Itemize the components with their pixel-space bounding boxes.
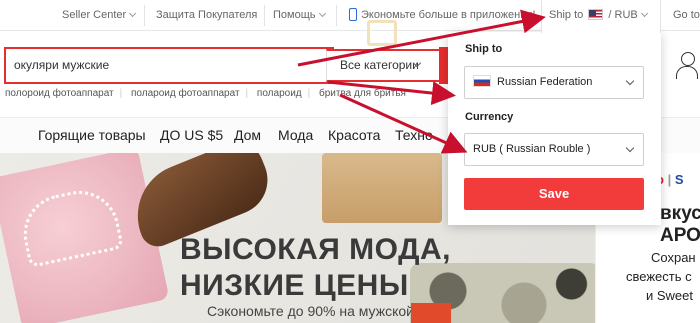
nav-item-fashion[interactable]: Мода: [278, 127, 313, 143]
banner-accent-strip: [411, 303, 451, 323]
promo-heading-line2: АРОМ: [660, 225, 700, 246]
ship-to-trigger[interactable]: Ship to / RUB: [549, 0, 648, 31]
buyer-protection-label: Защита Покупателя: [156, 9, 258, 21]
language-label: Go to: [673, 9, 700, 21]
chevron-down-icon: [318, 9, 326, 18]
nav-item-under-5[interactable]: ДО US $5: [160, 127, 223, 143]
nav-item-hot-deals[interactable]: Горящие товары: [38, 127, 146, 143]
divider: [264, 5, 265, 26]
phone-icon: [349, 7, 357, 21]
nav-item-beauty[interactable]: Красота: [328, 127, 380, 143]
hot-search-link[interactable]: полароид: [257, 88, 302, 99]
search-input-value: окуляри мужские: [14, 58, 110, 72]
ship-to-selector[interactable]: Ship to / RUB: [541, 0, 661, 33]
divider: |: [245, 88, 249, 99]
us-flag-icon: [588, 8, 604, 20]
hot-search-link[interactable]: полороид фотоаппарат: [5, 88, 114, 99]
banner-title-line1: ВЫСОКАЯ МОДА,: [180, 233, 451, 266]
seller-center-link[interactable]: Seller Center: [62, 0, 137, 31]
hot-search-link[interactable]: полароид фотоаппарат: [131, 88, 240, 99]
promo-brand-right: S: [674, 172, 684, 187]
promo-text-line2: свежесть с: [626, 269, 692, 284]
divider: [336, 5, 337, 26]
chevron-down-icon: [640, 9, 648, 18]
currency-select[interactable]: RUB ( Russian Rouble ): [464, 133, 644, 166]
hot-search-link[interactable]: бритва для бритья: [319, 88, 406, 99]
country-select[interactable]: Russian Federation: [464, 66, 644, 99]
ship-to-divider: /: [608, 9, 612, 21]
language-link[interactable]: Go to: [673, 0, 700, 31]
banner-title: ВЫСОКАЯ МОДА, НИЗКИЕ ЦЕНЫ: [180, 232, 451, 304]
user-icon[interactable]: [676, 52, 698, 79]
ship-to-label: Ship to: [549, 9, 584, 21]
promo-heading-line1: вкус: [660, 203, 700, 224]
currency-title: Currency: [465, 111, 514, 123]
seller-center-label: Seller Center: [62, 9, 127, 21]
promo-brand-divider: |: [667, 172, 672, 187]
nav-item-home[interactable]: Дом: [234, 127, 261, 143]
divider: |: [307, 88, 311, 99]
currency-code: RUB: [614, 9, 638, 21]
nav-item-tech[interactable]: Техно: [395, 127, 433, 143]
chevron-down-icon: [625, 76, 635, 86]
hot-searches: полороид фотоаппарат | полароид фотоаппар…: [5, 88, 412, 99]
country-select-value: Russian Federation: [497, 76, 593, 88]
category-select-value: Все категории: [340, 58, 419, 72]
russia-flag-icon: [473, 75, 491, 88]
currency-select-value: RUB ( Russian Rouble ): [473, 143, 591, 155]
help-menu[interactable]: Помощь: [273, 0, 326, 31]
banner-clutch-image: [322, 153, 442, 223]
clutch-buckle: [367, 20, 397, 46]
help-label: Помощь: [273, 9, 316, 21]
banner-subtitle: Сэкономьте до 90% на мужской: [207, 303, 414, 319]
chevron-down-icon: [129, 9, 137, 18]
promo-text-line3: и Sweet: [646, 288, 694, 303]
divider: |: [119, 88, 123, 99]
buyer-protection-link[interactable]: Защита Покупателя: [156, 0, 257, 31]
divider: [144, 5, 145, 26]
promo-text-line1: Сохран: [651, 250, 696, 265]
banner-title-line2: НИЗКИЕ ЦЕНЫ: [180, 269, 409, 302]
save-button[interactable]: Save: [464, 178, 644, 210]
chevron-down-icon: [625, 143, 635, 153]
ship-to-title: Ship to: [465, 43, 503, 55]
promo-heading: вкус АРОМ: [660, 203, 700, 247]
